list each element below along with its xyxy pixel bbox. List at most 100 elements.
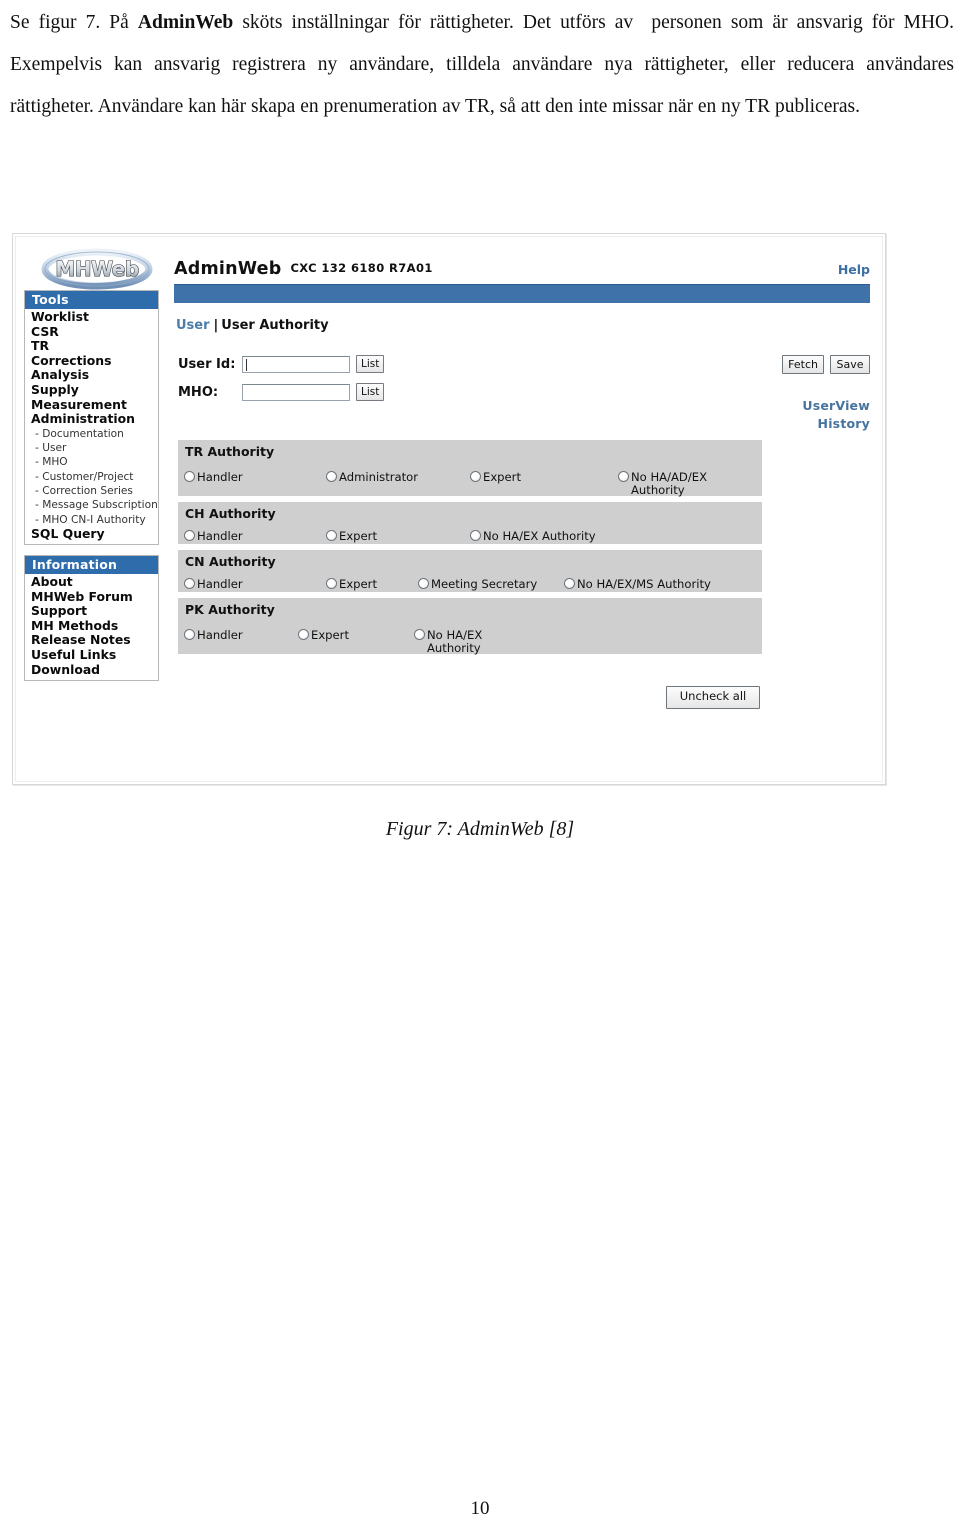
page-number: 10: [470, 1498, 490, 1519]
radio-option-expert[interactable]: Expert: [326, 530, 377, 543]
radio-option-label: Handler: [197, 470, 243, 484]
user-id-list-button[interactable]: List: [356, 355, 385, 373]
sidebar-item-message-subscription[interactable]: - Message Subscription: [25, 498, 158, 512]
breadcrumb: User | User Authority: [176, 318, 329, 333]
sidebar-item-customer-project[interactable]: - Customer/Project: [25, 470, 158, 484]
sidebar-information-list: About MHWeb Forum Support MH Methods Release…: [25, 574, 158, 680]
radio-button-icon[interactable]: [298, 629, 309, 640]
fetch-button[interactable]: Fetch: [782, 355, 824, 374]
radio-option-label: No HA/EX/MS Authority: [577, 577, 711, 591]
uncheck-all-button[interactable]: Uncheck all: [666, 686, 760, 709]
radio-option-label: No HA/AD/EX Authority: [631, 470, 708, 497]
radio-option-handler[interactable]: Handler: [184, 578, 243, 591]
sidebar-item-analysis[interactable]: Analysis: [25, 368, 158, 383]
help-link[interactable]: Help: [838, 262, 870, 277]
radio-button-icon[interactable]: [418, 578, 429, 589]
radio-option-label: Meeting Secretary: [431, 577, 538, 591]
history-link[interactable]: History: [802, 415, 870, 433]
authority-title: PK Authority: [185, 602, 275, 617]
radio-option-expert[interactable]: Expert: [298, 629, 349, 642]
authority-section-pk: PK Authority Handler Expert No HA/EX Author…: [178, 598, 762, 657]
figure-inner-border: MHWeb AdminWeb CXC 132 6180 R7A01 Help To…: [15, 236, 883, 782]
figure-caption: Figur 7: AdminWeb [8]: [385, 818, 575, 840]
radio-button-icon[interactable]: [618, 471, 629, 482]
radio-option-label: No HA/EX Authority: [483, 529, 596, 543]
radio-option-expert[interactable]: Expert: [470, 471, 521, 484]
sidebar-item-supply[interactable]: Supply: [25, 382, 158, 398]
radio-button-icon[interactable]: [184, 530, 195, 541]
sidebar-item-user[interactable]: - User: [25, 441, 158, 455]
sidebar-item-about[interactable]: About: [25, 574, 158, 590]
radio-button-icon[interactable]: [184, 578, 195, 589]
sidebar-item-download[interactable]: Download: [25, 662, 158, 678]
sidebar-item-worklist[interactable]: Worklist: [25, 309, 158, 325]
authority-title: CN Authority: [185, 554, 276, 569]
radio-option-label: Expert: [483, 470, 521, 484]
radio-button-icon[interactable]: [564, 578, 575, 589]
user-id-row: User Id: List: [178, 355, 385, 373]
breadcrumb-separator: |: [213, 318, 219, 333]
sidebar-item-useful-links[interactable]: Useful Links: [25, 647, 158, 663]
sidebar-item-administration[interactable]: Administration: [25, 412, 158, 427]
user-id-input[interactable]: [242, 355, 350, 373]
sidebar-item-measurement[interactable]: Measurement: [25, 397, 158, 413]
authority-title: CH Authority: [185, 506, 276, 521]
radio-button-icon[interactable]: [326, 530, 337, 541]
sidebar-item-correction-series[interactable]: - Correction Series: [25, 484, 158, 498]
side-links: UserView History: [802, 397, 870, 433]
sidebar-item-sql-query[interactable]: SQL Query: [25, 526, 158, 542]
radio-option-handler[interactable]: Handler: [184, 629, 243, 642]
mho-list-button[interactable]: List: [356, 383, 385, 401]
radio-option-label: Administrator: [339, 470, 419, 484]
radio-option-administrator[interactable]: Administrator: [326, 471, 418, 484]
radio-button-icon[interactable]: [184, 629, 195, 640]
app-title-text: AdminWeb: [174, 259, 282, 279]
sidebar-tools-panel: Tools Worklist CSR TR Corrections Analysis Su…: [24, 290, 159, 546]
authority-section-cn: CN Authority Handler Expert Meeting Secreta…: [178, 550, 762, 595]
sidebar-item-mho[interactable]: - MHO: [25, 455, 158, 469]
radio-option-label: Handler: [197, 628, 243, 642]
authority-title: TR Authority: [185, 444, 275, 459]
mho-label: MHO:: [178, 384, 219, 400]
radio-button-icon[interactable]: [414, 629, 425, 640]
sidebar-item-support[interactable]: Support: [25, 604, 158, 619]
radio-option-no-ha-ad-ex-authority[interactable]: No HA/AD/EX Authority: [618, 471, 707, 497]
radio-option-meeting-secretary[interactable]: Meeting Secretary: [418, 578, 537, 591]
save-button[interactable]: Save: [830, 355, 870, 374]
figure-screenshot-frame: MHWeb AdminWeb CXC 132 6180 R7A01 Help To…: [12, 233, 886, 785]
action-buttons: Fetch Save: [782, 355, 870, 374]
authority-section-ch: CH Authority Handler Expert No HA/EX Author…: [178, 502, 762, 547]
userview-link[interactable]: UserView: [802, 397, 870, 415]
sidebar-item-mh-methods[interactable]: MH Methods: [25, 618, 158, 634]
radio-option-no-ha-ex-authority[interactable]: No HA/EX Authority: [470, 530, 596, 543]
sidebar-item-tr[interactable]: TR: [25, 339, 158, 354]
sidebar-item-mhweb-forum[interactable]: MHWeb Forum: [25, 589, 158, 605]
breadcrumb-user-link[interactable]: User: [176, 318, 210, 333]
mho-input[interactable]: [242, 383, 350, 401]
mho-row: MHO: List: [178, 383, 385, 401]
svg-text:MHWeb: MHWeb: [55, 257, 139, 281]
sidebar-tools-header: Tools: [25, 291, 158, 309]
radio-option-label: Handler: [197, 577, 243, 591]
radio-button-icon[interactable]: [470, 471, 481, 482]
radio-option-expert[interactable]: Expert: [326, 578, 377, 591]
radio-option-handler[interactable]: Handler: [184, 471, 243, 484]
sidebar-item-csr[interactable]: CSR: [25, 324, 158, 340]
sidebar-item-release-notes[interactable]: Release Notes: [25, 633, 158, 648]
radio-option-label: Expert: [339, 529, 377, 543]
radio-button-icon[interactable]: [184, 471, 195, 482]
user-id-label: User Id:: [178, 356, 236, 372]
radio-button-icon[interactable]: [326, 578, 337, 589]
radio-option-no-ha-ex-ms-authority[interactable]: No HA/EX/MS Authority: [564, 578, 711, 591]
radio-button-icon[interactable]: [470, 530, 481, 541]
app-version-text: CXC 132 6180 R7A01: [290, 261, 433, 275]
sidebar-item-corrections[interactable]: Corrections: [25, 353, 158, 369]
radio-option-handler[interactable]: Handler: [184, 530, 243, 543]
sidebar-item-documentation[interactable]: - Documentation: [25, 427, 158, 441]
radio-option-label: No HA/EX Authority: [427, 628, 483, 655]
sidebar-item-mho-cn-i-authority[interactable]: - MHO CN-I Authority: [25, 513, 158, 527]
radio-option-no-ha-ex-authority[interactable]: No HA/EX Authority: [414, 629, 482, 655]
uncheck-all-wrap: Uncheck all: [666, 686, 760, 709]
text-caret: [246, 358, 247, 371]
radio-button-icon[interactable]: [326, 471, 337, 482]
